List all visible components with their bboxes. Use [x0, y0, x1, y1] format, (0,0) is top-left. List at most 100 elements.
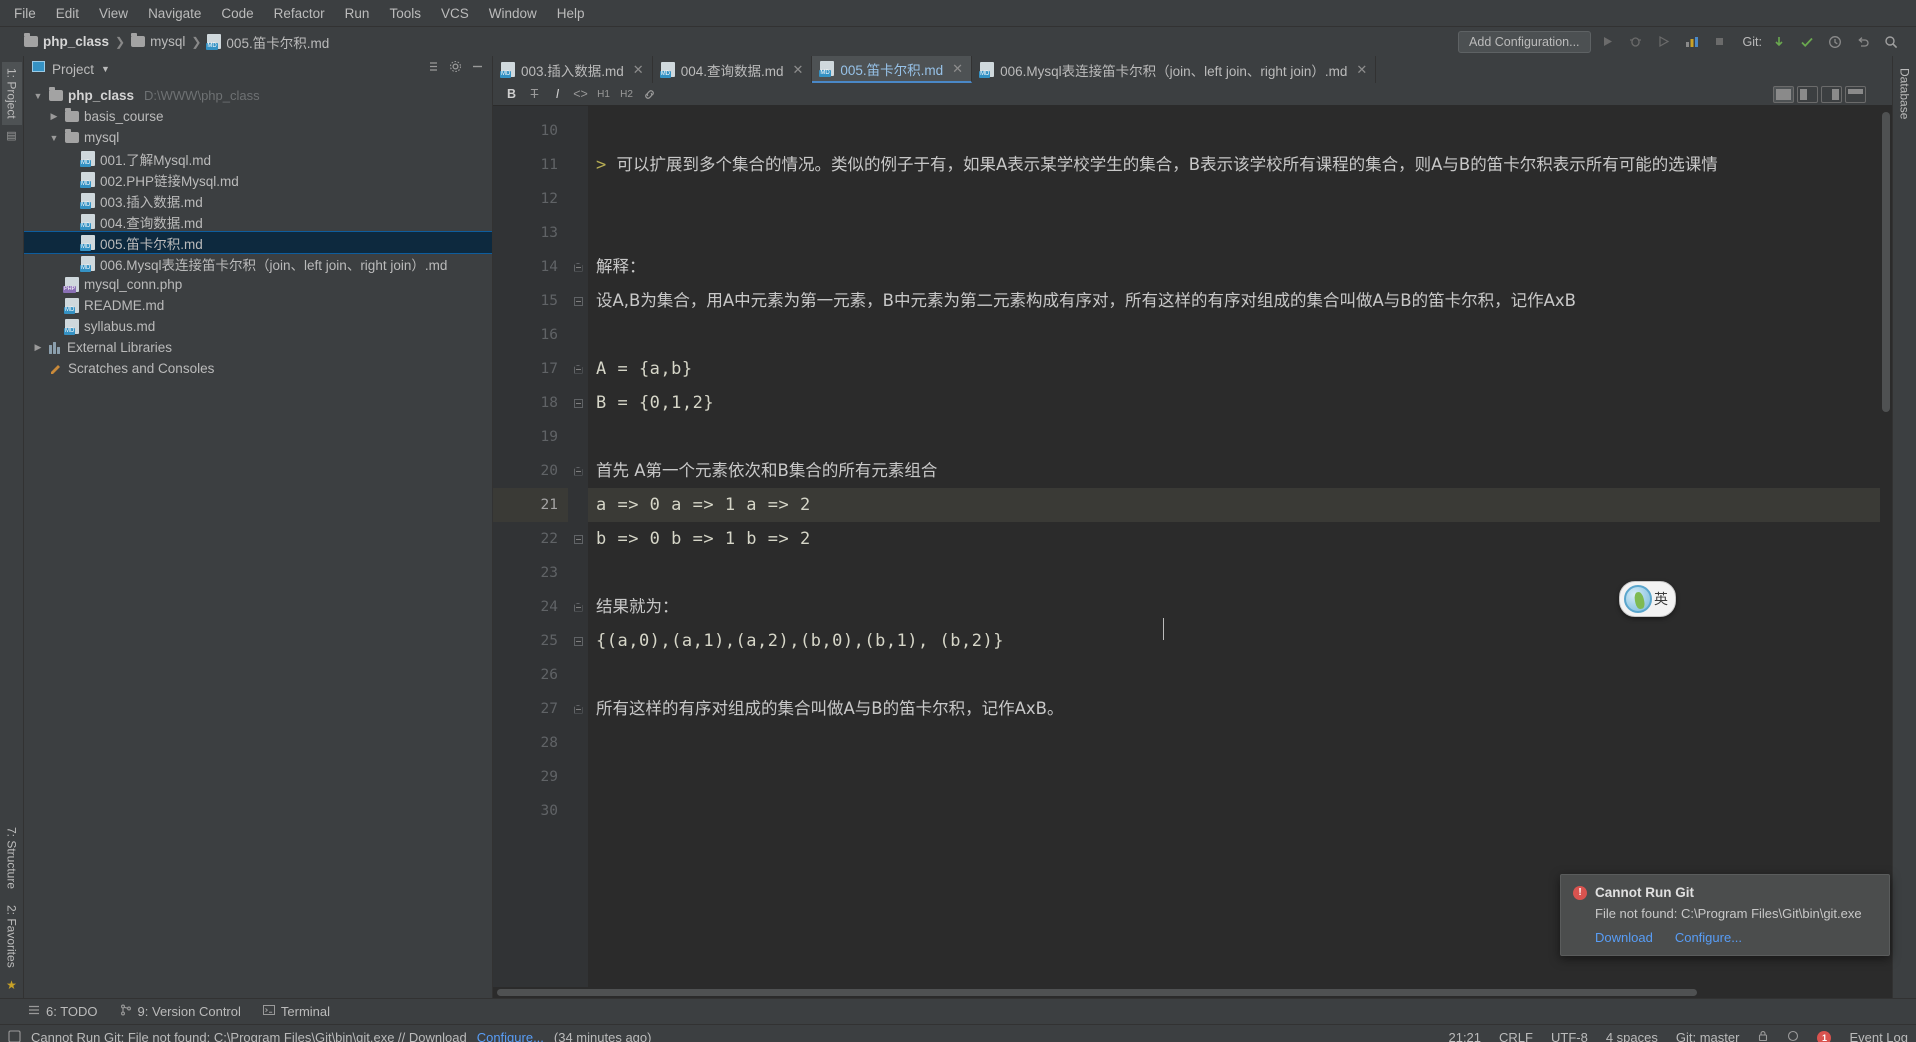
- search-everywhere-icon[interactable]: [1880, 31, 1902, 53]
- fold-marker[interactable]: [568, 454, 588, 488]
- tree-item[interactable]: 004.查询数据.md: [24, 211, 492, 232]
- code-line[interactable]: A = {a,b}: [588, 352, 1892, 386]
- fold-icon[interactable]: [573, 466, 583, 476]
- menu-refactor[interactable]: Refactor: [264, 3, 335, 24]
- editor-tab-bar[interactable]: 003.插入数据.md ✕ 004.查询数据.md ✕ 005.笛卡尔积.md ✕ 006.…: [493, 56, 1892, 83]
- fold-marker[interactable]: [568, 522, 588, 556]
- undo-icon[interactable]: [1852, 31, 1874, 53]
- code-line[interactable]: 设A,B为集合，用A中元素为第一元素，B中元素为第二元素构成有序对，所有这样的有…: [588, 284, 1892, 318]
- project-tree[interactable]: ▼ php_class D:\WWW\php_class ▶ basis_course ▼…: [24, 82, 492, 998]
- tree-item[interactable]: ▶ External Libraries: [24, 337, 492, 358]
- status-encoding[interactable]: UTF-8: [1551, 1030, 1588, 1042]
- menu-window[interactable]: Window: [479, 3, 547, 24]
- fold-marker[interactable]: [568, 590, 588, 624]
- expand-collapse-icon[interactable]: [427, 60, 440, 78]
- bold-button[interactable]: B: [501, 85, 522, 104]
- status-indent[interactable]: 4 spaces: [1606, 1030, 1658, 1042]
- code-line[interactable]: [588, 556, 1892, 590]
- tree-item[interactable]: 001.了解Mysql.md: [24, 148, 492, 169]
- strikethrough-button[interactable]: T: [524, 85, 545, 104]
- code-line[interactable]: 所有这样的有序对组成的集合叫做A与B的笛卡尔积，记作AxB。: [588, 692, 1892, 726]
- code-line[interactable]: 首先 A第一个元素依次和B集合的所有元素组合: [588, 454, 1892, 488]
- fold-icon[interactable]: [573, 262, 583, 272]
- breadcrumb-project[interactable]: php_class: [24, 33, 109, 49]
- fold-marker[interactable]: [568, 250, 588, 284]
- debug-icon[interactable]: [1625, 31, 1647, 53]
- code-line[interactable]: [588, 182, 1892, 216]
- tree-item[interactable]: syllabus.md: [24, 316, 492, 337]
- status-inspections-icon[interactable]: [1787, 1030, 1799, 1042]
- status-caret-position[interactable]: 21:21: [1448, 1030, 1481, 1042]
- hide-panel-icon[interactable]: [471, 60, 484, 78]
- fold-icon[interactable]: [573, 602, 583, 612]
- bottom-window-version-control[interactable]: 9: Version Control: [120, 1004, 241, 1019]
- gear-icon[interactable]: [449, 60, 462, 78]
- fold-icon[interactable]: [573, 636, 583, 646]
- italic-button[interactable]: I: [547, 85, 568, 104]
- code-line[interactable]: 结果就为：: [588, 590, 1892, 624]
- fold-marker[interactable]: [568, 386, 588, 420]
- notification-configure-link[interactable]: Configure...: [1675, 930, 1742, 945]
- link-icon[interactable]: [639, 85, 660, 104]
- sidebar-item-project[interactable]: 1: Project: [1, 62, 22, 125]
- code-editor[interactable]: 10 11 12 13 14 15 16 17 18 19 20 21 22 23 24 25 26 27 28 29…: [493, 106, 1892, 987]
- run-icon[interactable]: [1597, 31, 1619, 53]
- git-commit-icon[interactable]: [1796, 31, 1818, 53]
- tree-item[interactable]: ▼ php_class D:\WWW\php_class: [24, 85, 492, 106]
- breadcrumb-file[interactable]: 005.笛卡尔积.md: [206, 32, 329, 52]
- editor-tab[interactable]: 006.Mysql表连接笛卡尔积（join、left join、right jo…: [972, 56, 1377, 83]
- editor-tab[interactable]: 004.查询数据.md ✕: [653, 56, 813, 83]
- editor-tab[interactable]: 003.插入数据.md ✕: [493, 56, 653, 83]
- code-folding-column[interactable]: [568, 106, 588, 987]
- menu-edit[interactable]: Edit: [46, 3, 89, 24]
- code-text[interactable]: > 可以扩展到多个集合的情况。类似的例子于有，如果A表示某学校学生的集合，B表示…: [588, 106, 1892, 987]
- git-update-icon[interactable]: [1768, 31, 1790, 53]
- chevron-right-icon[interactable]: ▶: [32, 342, 44, 353]
- status-lock-icon[interactable]: [1757, 1030, 1769, 1042]
- fold-marker[interactable]: [568, 352, 588, 386]
- bottom-window-terminal[interactable]: Terminal: [262, 1004, 330, 1019]
- sidebar-item-favorites[interactable]: 2: Favorites: [2, 899, 22, 974]
- git-history-icon[interactable]: [1824, 31, 1846, 53]
- code-line[interactable]: {(a,0),(a,1),(a,2),(b,0),(b,1), (b,2)}: [588, 624, 1892, 658]
- code-line[interactable]: [588, 658, 1892, 692]
- code-line[interactable]: [588, 726, 1892, 760]
- notification-balloon[interactable]: Cannot Run Git File not found: C:\Progra…: [1560, 874, 1890, 956]
- fold-icon[interactable]: [573, 364, 583, 374]
- bottom-window-todo[interactable]: 6: TODO: [28, 1004, 98, 1019]
- code-line[interactable]: > 可以扩展到多个集合的情况。类似的例子于有，如果A表示某学校学生的集合，B表示…: [588, 148, 1892, 182]
- menu-navigate[interactable]: Navigate: [138, 3, 211, 24]
- code-line[interactable]: [588, 760, 1892, 794]
- tree-item[interactable]: 003.插入数据.md: [24, 190, 492, 211]
- chevron-down-icon[interactable]: ▼: [48, 133, 60, 143]
- ime-language-widget[interactable]: 英: [1619, 581, 1676, 617]
- code-line[interactable]: [588, 216, 1892, 250]
- editor-vertical-scrollbar[interactable]: [1880, 106, 1892, 987]
- breadcrumb-folder[interactable]: mysql: [131, 33, 185, 49]
- chevron-down-icon[interactable]: ▼: [101, 64, 110, 74]
- notification-download-link[interactable]: Download: [1595, 930, 1653, 945]
- code-line[interactable]: B = {0,1,2}: [588, 386, 1892, 420]
- code-line[interactable]: b => 0 b => 1 b => 2: [588, 522, 1892, 556]
- add-configuration-button[interactable]: Add Configuration...: [1458, 30, 1591, 53]
- tree-item[interactable]: ▼ mysql: [24, 127, 492, 148]
- close-icon[interactable]: ✕: [633, 62, 644, 78]
- view-split-button[interactable]: [1797, 85, 1818, 103]
- view-editor-only-button[interactable]: [1773, 85, 1794, 103]
- menu-file[interactable]: File: [4, 3, 46, 24]
- menu-tools[interactable]: Tools: [379, 3, 431, 24]
- coverage-icon[interactable]: [1653, 31, 1675, 53]
- menu-code[interactable]: Code: [211, 3, 263, 24]
- fold-icon[interactable]: [573, 296, 583, 306]
- tree-item[interactable]: Scratches and Consoles: [24, 358, 492, 379]
- code-line[interactable]: [588, 420, 1892, 454]
- menu-view[interactable]: View: [89, 3, 138, 24]
- menu-run[interactable]: Run: [335, 3, 380, 24]
- close-icon[interactable]: ✕: [1356, 62, 1367, 78]
- chevron-down-icon[interactable]: ▼: [32, 91, 44, 101]
- fold-marker[interactable]: [568, 692, 588, 726]
- code-line[interactable]: [588, 318, 1892, 352]
- fold-icon[interactable]: [573, 704, 583, 714]
- status-line-separator[interactable]: CRLF: [1499, 1030, 1533, 1042]
- editor-horizontal-scrollbar[interactable]: [493, 987, 1892, 998]
